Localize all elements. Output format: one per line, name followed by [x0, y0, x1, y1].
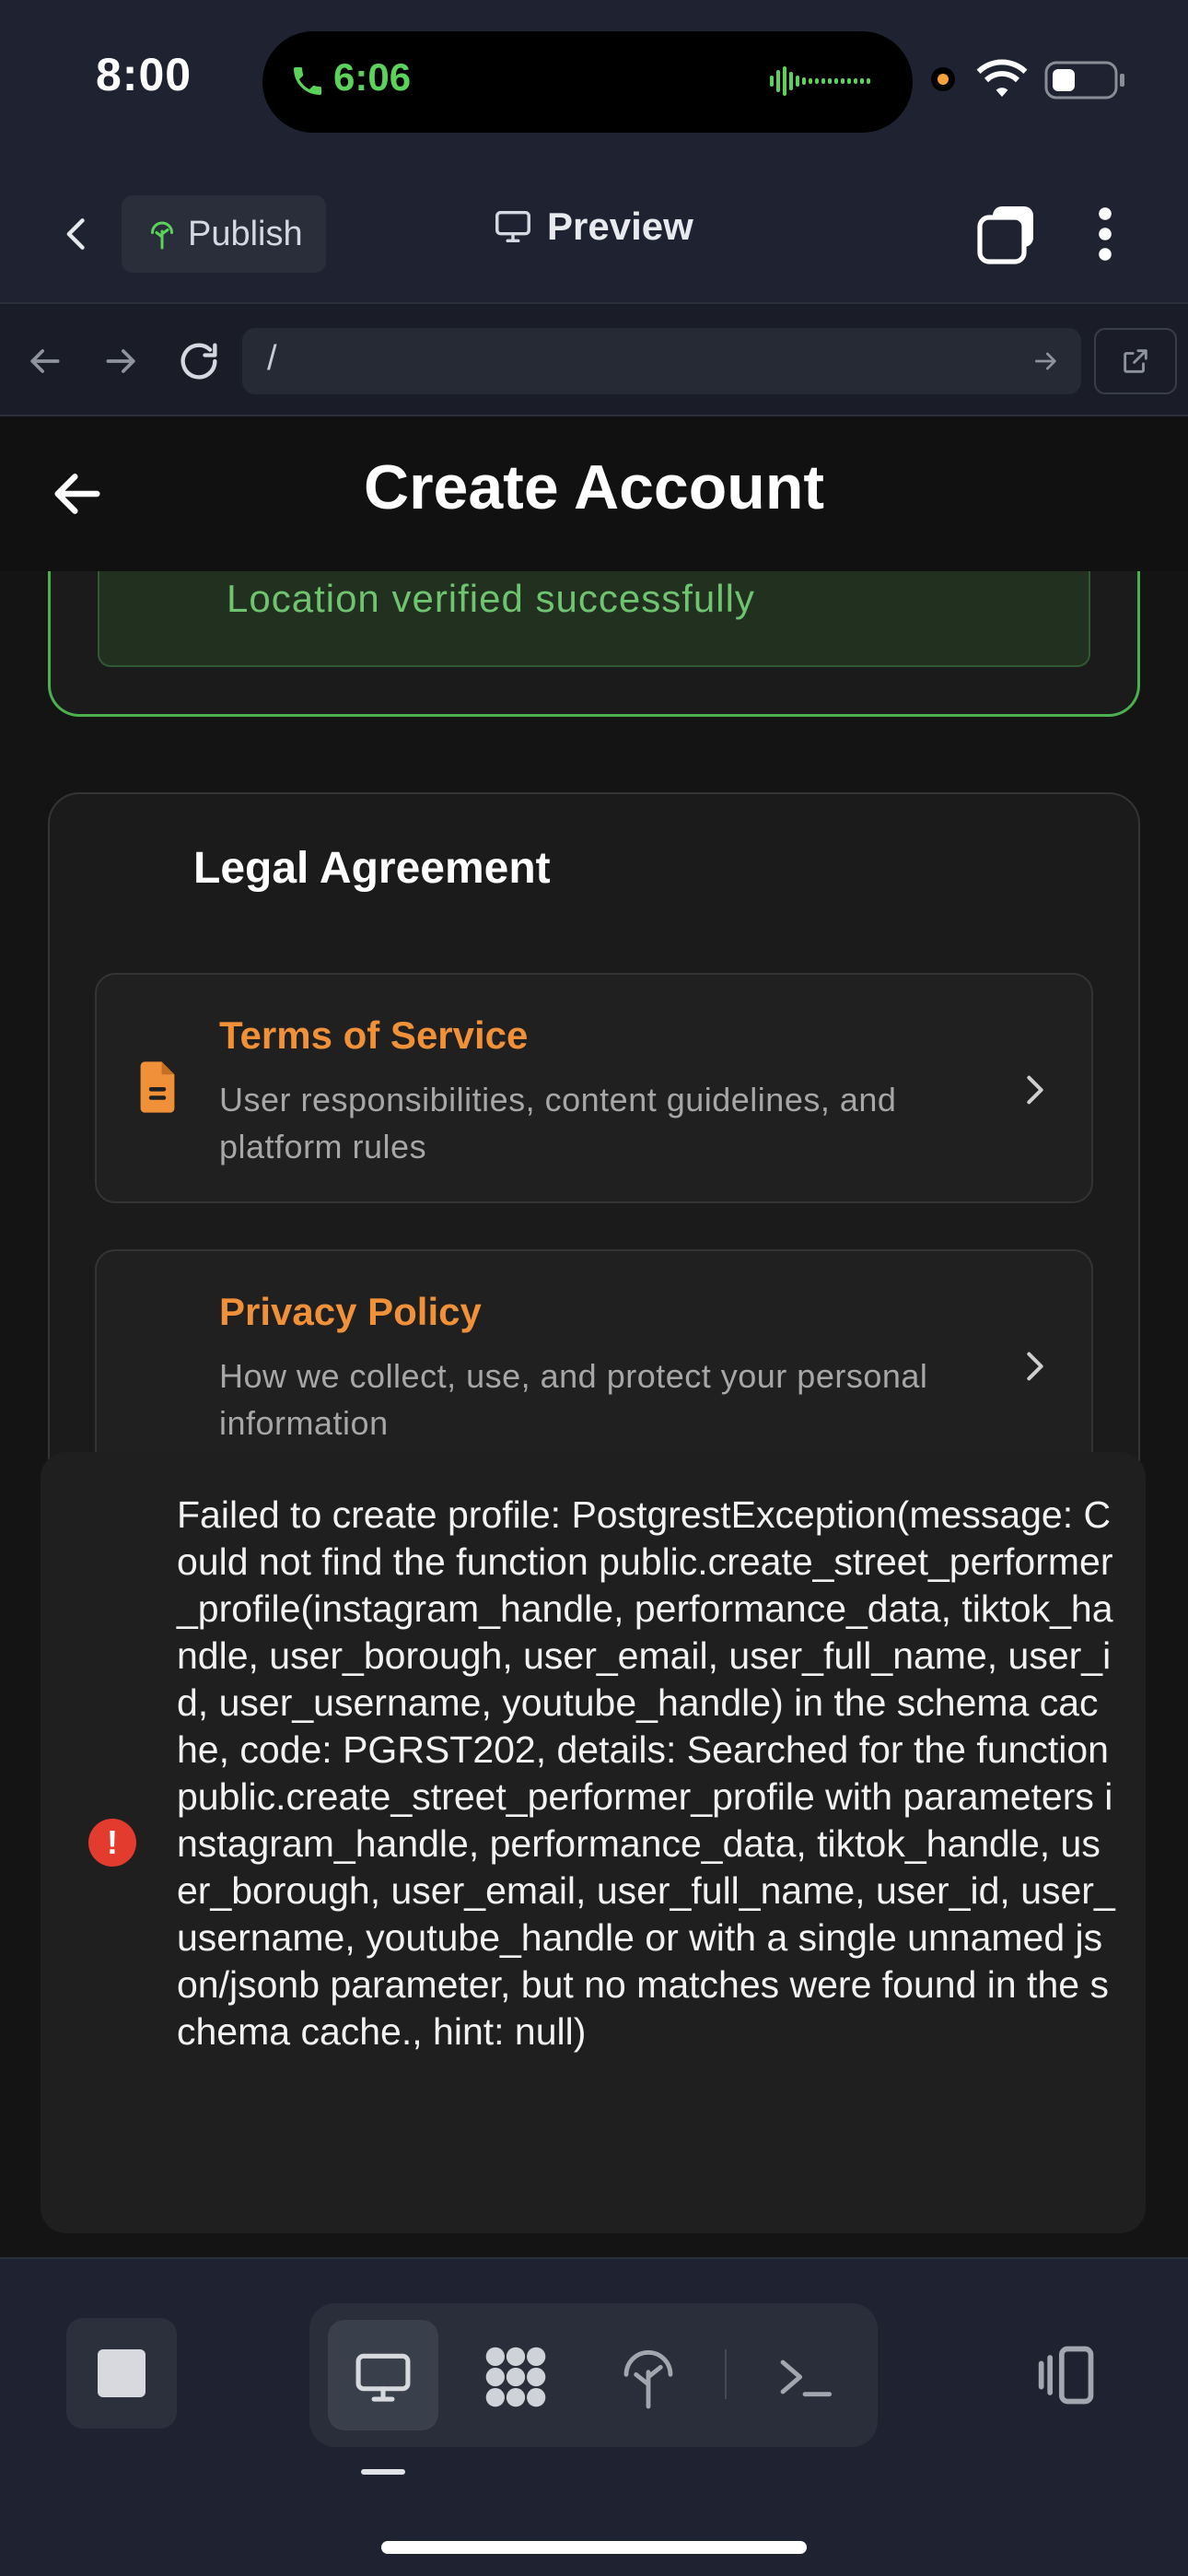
publish-tree-icon	[623, 2350, 673, 2409]
waveform-icon	[770, 66, 870, 96]
legal-section-title: Legal Agreement	[193, 844, 551, 893]
status-time: 8:00	[96, 49, 192, 100]
chevron-left-icon[interactable]	[57, 208, 98, 260]
terms-title: Terms of Service	[219, 1013, 529, 1057]
document-icon	[140, 1061, 175, 1113]
wifi-icon	[976, 59, 1028, 97]
stop-button[interactable]	[66, 2318, 177, 2429]
location-status-text: Location verified successfully	[227, 577, 755, 620]
error-message: Failed to create profile: PostgrestExcep…	[177, 1493, 1115, 2053]
device-switch-icon[interactable]	[1030, 2340, 1100, 2410]
chevron-right-icon	[1027, 1075, 1043, 1105]
publish-button[interactable]: Publish	[122, 195, 326, 273]
recording-dot	[931, 67, 955, 91]
grid-apps-icon	[485, 2347, 546, 2407]
publish-label: Publish	[188, 214, 303, 253]
reload-icon[interactable]	[175, 337, 223, 385]
url-input[interactable]	[242, 328, 1081, 394]
open-external-icon	[1124, 349, 1147, 373]
url-text: /	[267, 339, 277, 378]
apps-tab[interactable]	[479, 2340, 553, 2414]
desktop-tab[interactable]	[346, 2340, 420, 2414]
privacy-title: Privacy Policy	[219, 1290, 482, 1333]
switcher-divider	[725, 2349, 727, 2399]
tabs-icon[interactable]	[974, 203, 1037, 265]
battery-icon	[1044, 61, 1124, 100]
open-external-button[interactable]	[1094, 328, 1177, 394]
monitor-icon	[495, 210, 530, 243]
home-indicator[interactable]	[381, 2541, 807, 2554]
terms-description: User responsibilities, content guideline…	[219, 1081, 897, 1165]
go-arrow-icon[interactable]	[1031, 346, 1061, 376]
publish-tree-icon	[151, 221, 173, 250]
terminal-tab[interactable]	[768, 2340, 842, 2414]
privacy-description: How we collect, use, and protect your pe…	[219, 1357, 928, 1442]
stop-icon	[98, 2349, 146, 2397]
phone-icon	[294, 67, 321, 95]
call-duration: 6:06	[333, 55, 412, 99]
more-vertical-icon[interactable]	[1087, 205, 1124, 263]
arrow-right-icon[interactable]	[101, 341, 142, 381]
preview-label: Preview	[547, 205, 693, 248]
active-tab-indicator	[361, 2469, 405, 2475]
publish-tab[interactable]	[611, 2340, 685, 2414]
chevron-right-icon	[1027, 1352, 1043, 1381]
preview-button[interactable]: Preview	[492, 205, 693, 249]
terminal-icon	[780, 2359, 833, 2397]
desktop-icon	[355, 2353, 411, 2402]
page-title: Create Account	[363, 452, 825, 522]
arrow-left-icon[interactable]	[24, 341, 64, 381]
error-icon: !	[88, 1819, 136, 1867]
